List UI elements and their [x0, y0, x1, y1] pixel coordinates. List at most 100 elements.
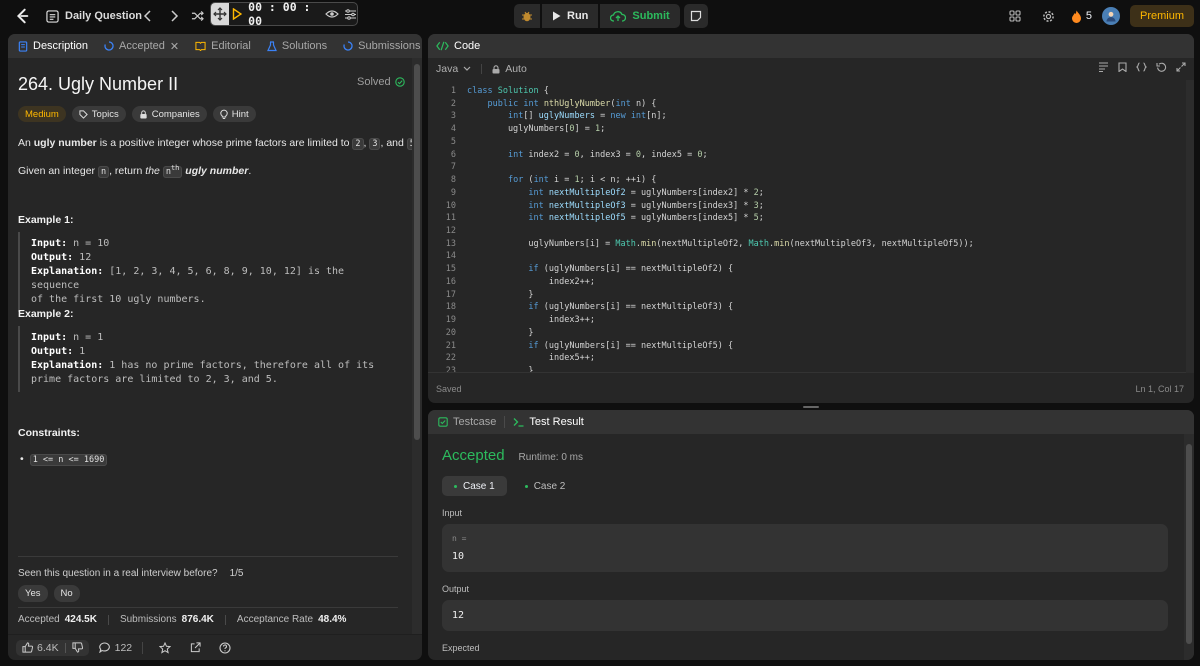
- code-line[interactable]: if (uglyNumbers[i] == nextMultipleOf5) {: [467, 341, 733, 351]
- tab-description-label: Description: [33, 40, 89, 52]
- yes-label: Yes: [25, 588, 41, 599]
- explanation-label: Explanation:: [31, 360, 104, 371]
- scrollbar-thumb[interactable]: [1186, 444, 1192, 644]
- code-editor[interactable]: 1 class Solution {2 public int nthUglyNum…: [428, 86, 1184, 372]
- submit-button[interactable]: Submit: [600, 4, 680, 28]
- code-line[interactable]: int nextMultipleOf5 = uglyNumbers[index5…: [467, 213, 763, 223]
- code-line[interactable]: if (uglyNumbers[i] == nextMultipleOf2) {: [467, 264, 733, 274]
- tab-editorial[interactable]: Editorial: [187, 34, 259, 58]
- code-line[interactable]: int[] uglyNumbers = new int[n];: [467, 111, 667, 121]
- code-line[interactable]: uglyNumbers[i] = Math.min(nextMultipleOf…: [467, 239, 973, 249]
- tab-testcase[interactable]: Testcase: [430, 410, 504, 434]
- reset-icon[interactable]: [1156, 62, 1167, 72]
- braces-icon[interactable]: [1136, 62, 1147, 72]
- explanation-label: Explanation:: [31, 266, 104, 277]
- example-1: Input: n = 10 Output: 12 Explanation: [1…: [18, 232, 398, 312]
- hint-chip[interactable]: Hint: [212, 106, 256, 122]
- code-line[interactable]: uglyNumbers[0] = 1;: [467, 124, 605, 134]
- code-line[interactable]: for (int i = 1; i < n; ++i) {: [467, 175, 656, 185]
- comment-icon: [98, 642, 110, 653]
- tab-solutions[interactable]: Solutions: [259, 34, 335, 58]
- rate-value: 48.4%: [318, 614, 347, 625]
- tab-test-result[interactable]: Test Result: [505, 410, 591, 434]
- share-button[interactable]: [183, 636, 207, 660]
- line-number: 3: [450, 111, 456, 122]
- scrollbar-thumb[interactable]: [414, 64, 420, 440]
- bookmark-icon[interactable]: [1118, 62, 1127, 72]
- streak-count: 5: [1085, 10, 1092, 22]
- case-1-tab[interactable]: Case 1: [442, 476, 507, 496]
- settings-button[interactable]: [1037, 4, 1061, 28]
- timer-settings-button[interactable]: [344, 8, 357, 20]
- run-button[interactable]: Run: [542, 4, 599, 28]
- format-icon[interactable]: [1098, 62, 1109, 72]
- example-2-input: Input: n = 1: [31, 331, 398, 345]
- problem-list-button[interactable]: Daily Question: [46, 4, 142, 28]
- debug-button[interactable]: [514, 4, 540, 28]
- timer-visibility-button[interactable]: [325, 9, 339, 19]
- mode-select[interactable]: Auto: [492, 63, 527, 75]
- close-icon[interactable]: ✕: [170, 40, 179, 53]
- code-line[interactable]: int nextMultipleOf2 = uglyNumbers[index2…: [467, 188, 763, 198]
- vertical-splitter[interactable]: [423, 34, 427, 660]
- drag-handle[interactable]: [211, 3, 230, 25]
- timer-widget: 00 : 00 : 00: [210, 0, 358, 28]
- task-text: .: [248, 164, 252, 177]
- favorite-button[interactable]: [153, 636, 177, 660]
- code-line[interactable]: index2++;: [467, 277, 595, 287]
- notes-button[interactable]: [683, 4, 708, 28]
- code-line[interactable]: class Solution {: [467, 86, 549, 96]
- code-line[interactable]: }: [467, 366, 533, 372]
- code-line[interactable]: public int nthUglyNumber(int n) {: [467, 99, 656, 109]
- code-line[interactable]: int nextMultipleOf3 = uglyNumbers[index3…: [467, 201, 763, 211]
- help-button[interactable]: [213, 636, 237, 660]
- prev-problem-button[interactable]: [136, 4, 160, 28]
- tab-submissions[interactable]: Submissions: [335, 34, 422, 58]
- line-number: 17: [445, 289, 456, 300]
- task-text: , return: [109, 164, 146, 177]
- constraint-item: • 1 <= n <= 1690: [20, 452, 108, 467]
- code-line[interactable]: }: [467, 328, 533, 338]
- line-number: 18: [445, 302, 456, 313]
- tab-description[interactable]: Description: [10, 34, 96, 58]
- language-select[interactable]: Java: [436, 63, 471, 75]
- tab-accepted[interactable]: Accepted ✕: [96, 34, 187, 58]
- code-line[interactable]: if (uglyNumbers[i] == nextMultipleOf3) {: [467, 302, 733, 312]
- random-problem-button[interactable]: [185, 4, 209, 28]
- bug-icon: [522, 11, 532, 22]
- layout-button[interactable]: [1003, 4, 1027, 28]
- top-bar: Daily Question 00 : 00 : 00 Run Submit 5…: [0, 0, 1200, 32]
- companies-chip[interactable]: Companies: [131, 106, 207, 122]
- example-2-explanation-cont: prime factors are limited to 2, 3, and 5…: [31, 374, 278, 385]
- code-line[interactable]: }: [467, 290, 533, 300]
- no-button[interactable]: No: [53, 585, 80, 602]
- description-scrollbar[interactable]: [412, 58, 422, 634]
- line-number: 11: [445, 213, 456, 224]
- like-button[interactable]: 6.4K: [16, 639, 89, 656]
- topics-chip[interactable]: Topics: [71, 106, 126, 122]
- code-line[interactable]: index3++;: [467, 315, 595, 325]
- comments-button[interactable]: 122: [98, 642, 132, 654]
- horizontal-splitter[interactable]: [428, 403, 1194, 410]
- line-number: 15: [445, 264, 456, 275]
- result-scrollbar[interactable]: [1184, 434, 1194, 660]
- premium-button[interactable]: Premium: [1129, 5, 1194, 27]
- avatar[interactable]: [1101, 7, 1120, 25]
- streak-counter[interactable]: 5: [1071, 10, 1092, 23]
- task-italic: the: [145, 164, 160, 177]
- next-problem-button[interactable]: [162, 4, 186, 28]
- timer-start-button[interactable]: [229, 8, 244, 20]
- code-title: Code: [454, 40, 481, 52]
- case-2-tab[interactable]: Case 2: [513, 476, 578, 496]
- thumbs-down-icon[interactable]: [72, 642, 83, 653]
- tab-code[interactable]: Code: [436, 34, 488, 58]
- leetcode-logo[interactable]: [12, 6, 32, 26]
- yes-button[interactable]: Yes: [18, 585, 48, 602]
- history-icon: [343, 41, 353, 51]
- code-line[interactable]: index5++;: [467, 353, 595, 363]
- example-2: Input: n = 1 Output: 1 Explanation: 1 ha…: [18, 326, 398, 392]
- editor-scrollbar[interactable]: [1186, 80, 1194, 373]
- maximize-icon[interactable]: [1176, 62, 1186, 72]
- line-number: 21: [445, 340, 456, 351]
- code-line[interactable]: int index2 = 0, index3 = 0, index5 = 0;: [467, 150, 708, 160]
